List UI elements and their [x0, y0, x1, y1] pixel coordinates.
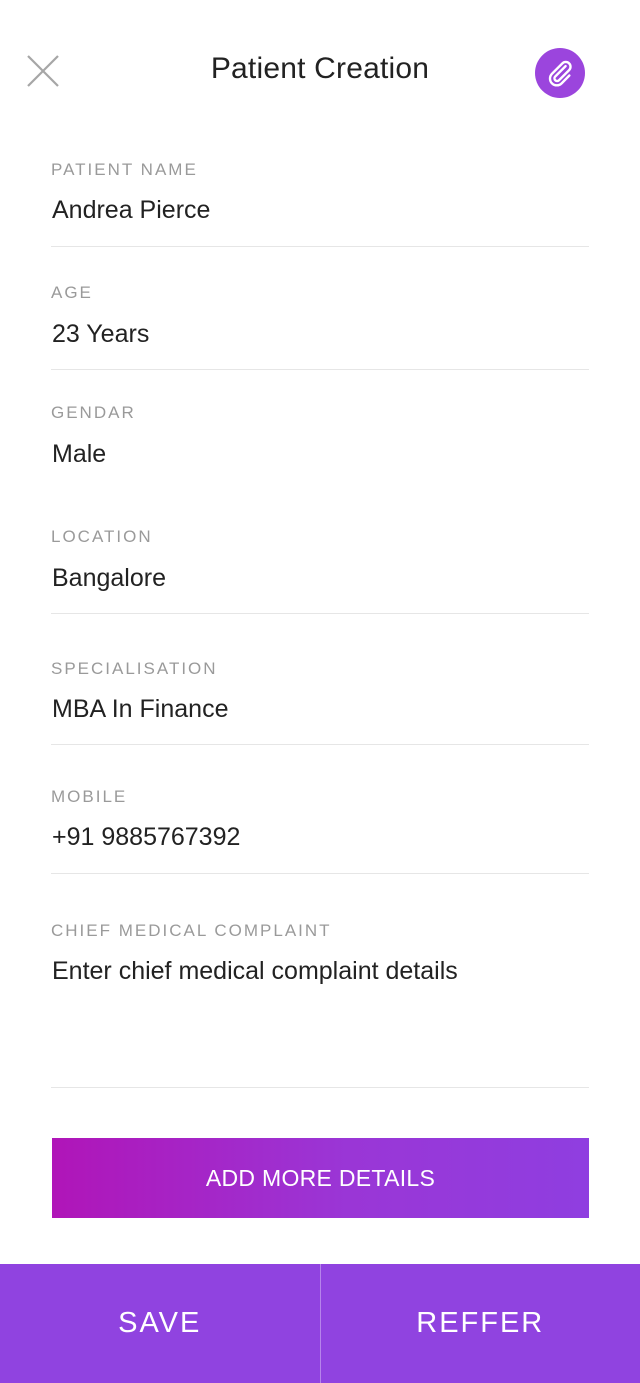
gender-field[interactable]: GENDAR Male — [51, 398, 589, 492]
patient-name-label: PATIENT NAME — [51, 160, 198, 179]
age-label: AGE — [51, 283, 93, 302]
paperclip-icon — [548, 60, 572, 87]
gender-label: GENDAR — [51, 403, 136, 422]
location-label: LOCATION — [51, 527, 153, 546]
location-value: Bangalore — [52, 564, 166, 592]
complaint-label: CHIEF MEDICAL COMPLAINT — [51, 921, 332, 940]
age-value: 23 Years — [52, 320, 150, 348]
specialisation-value: MBA In Finance — [52, 695, 229, 723]
mobile-field[interactable]: MOBILE +91 9885767392 — [51, 782, 589, 874]
patient-name-value: Andrea Pierce — [52, 196, 211, 224]
attach-button[interactable] — [535, 48, 585, 98]
location-field[interactable]: LOCATION Bangalore — [51, 522, 589, 614]
gender-value: Male — [52, 440, 107, 468]
mobile-label: MOBILE — [51, 787, 128, 806]
age-field[interactable]: AGE 23 Years — [51, 278, 589, 370]
save-button[interactable]: SAVE — [0, 1264, 320, 1383]
add-more-details-button[interactable]: ADD MORE DETAILS — [52, 1138, 589, 1218]
patient-name-field[interactable]: PATIENT NAME Andrea Pierce — [51, 155, 589, 247]
specialisation-label: SPECIALISATION — [51, 659, 218, 678]
complaint-field[interactable]: CHIEF MEDICAL COMPLAINT Enter chief medi… — [51, 916, 589, 1088]
refer-button[interactable]: REFFER — [321, 1264, 640, 1383]
specialisation-field[interactable]: SPECIALISATION MBA In Finance — [51, 654, 589, 745]
mobile-value: +91 9885767392 — [52, 823, 241, 851]
bottom-action-bar: SAVE REFFER — [0, 1264, 640, 1383]
complaint-placeholder: Enter chief medical complaint details — [52, 957, 458, 985]
